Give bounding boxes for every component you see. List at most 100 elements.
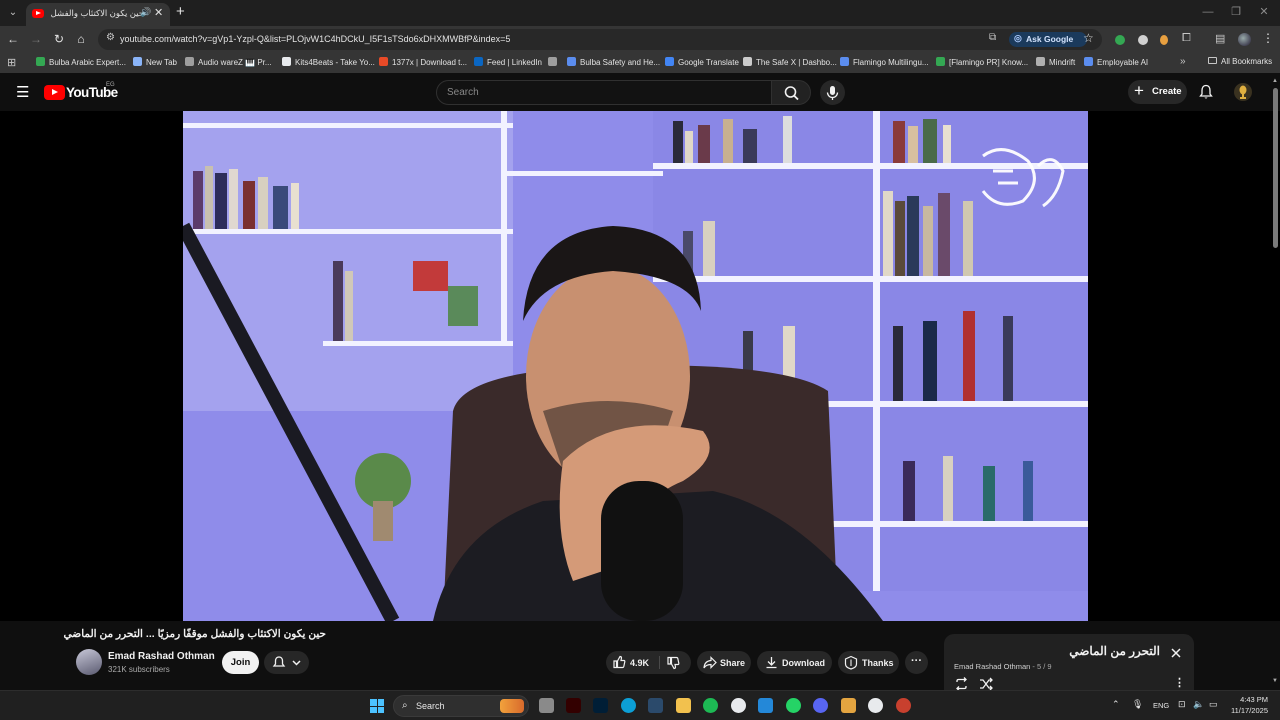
tray-overflow-chevron-icon[interactable]: ⌃ <box>1112 699 1120 710</box>
cast-install-icon[interactable]: ⧉ <box>989 32 996 43</box>
task-view-app-icon[interactable] <box>539 698 554 713</box>
apps-grid-icon[interactable]: ⊞ <box>7 56 16 69</box>
tab-search-chevron-icon[interactable]: ⌄ <box>4 5 22 21</box>
scroll-down-arrow-icon[interactable]: ▼ <box>1272 678 1278 684</box>
scrollbar-thumb[interactable] <box>1273 88 1278 248</box>
whatsapp-app-icon[interactable] <box>786 698 801 713</box>
bookmark-favicon-icon <box>133 57 142 66</box>
shuffle-playlist-icon[interactable] <box>979 677 994 691</box>
chrome-menu-icon[interactable]: ⋮ <box>1262 31 1274 45</box>
bookmark-item[interactable]: [Flamingo PR] Know... <box>936 57 1028 70</box>
playlist-menu-icon[interactable]: ⋮ <box>1174 676 1185 689</box>
search-input[interactable]: Search <box>436 80 772 105</box>
bookmark-item[interactable]: Flamingo Multilingu... <box>840 57 929 70</box>
illustrator-app-icon[interactable] <box>566 698 581 713</box>
loop-playlist-icon[interactable] <box>954 677 969 691</box>
new-tab-button[interactable]: + <box>176 3 185 21</box>
youtube-logo-icon[interactable] <box>44 85 65 100</box>
bookmarks-overflow-icon[interactable]: » <box>1180 56 1186 67</box>
reading-list-icon[interactable]: ▤ <box>1215 32 1225 45</box>
clock-time[interactable]: 4:43 PM <box>1232 695 1268 704</box>
windows-start-icon[interactable] <box>370 699 384 713</box>
spotify-app-icon[interactable] <box>703 698 718 713</box>
share-button[interactable]: Share <box>697 651 751 674</box>
bookmark-item[interactable]: Bulba Arabic Expert... <box>36 57 126 70</box>
voice-search-button[interactable] <box>820 80 845 105</box>
window-minimize-button[interactable]: — <box>1196 4 1220 20</box>
brave-app-icon[interactable] <box>841 698 856 713</box>
url-text[interactable]: youtube.com/watch?v=gVp1-Yzpl-Q&list=PLO… <box>120 34 510 44</box>
extension-icon[interactable] <box>1160 35 1168 45</box>
download-button[interactable]: Download <box>757 651 832 674</box>
clock-date[interactable]: 11/17/2025 <box>1222 706 1268 715</box>
pdf-app-icon[interactable] <box>648 698 663 713</box>
reload-button[interactable]: ↻ <box>50 31 68 48</box>
grammarly-extension-icon[interactable] <box>1115 35 1125 45</box>
bookmark-item[interactable]: New Tab <box>133 57 177 70</box>
battery-icon[interactable]: ▭ <box>1209 699 1218 710</box>
close-playlist-icon[interactable] <box>1170 647 1182 659</box>
profile-avatar[interactable] <box>1238 33 1251 46</box>
bookmark-item[interactable]: Employable AI <box>1084 57 1148 70</box>
home-button[interactable]: ⌂ <box>72 31 90 48</box>
playlist-title[interactable]: التحرر من الماضي <box>984 644 1160 658</box>
browser-toolbar: ← → ↻ ⌂ ⚙ youtube.com/watch?v=gVp1-Yzpl-… <box>0 26 1280 53</box>
edge-app-icon[interactable] <box>621 698 636 713</box>
tab-audio-speaker-icon[interactable]: 🔊 <box>140 7 151 18</box>
chrome-active-app-icon[interactable] <box>868 698 883 713</box>
bookmark-item[interactable]: 1377x | Download t... <box>379 57 467 70</box>
file-explorer-app-icon[interactable] <box>676 698 691 713</box>
bookmark-item[interactable]: Feed | LinkedIn <box>474 57 542 70</box>
language-indicator[interactable]: ENG <box>1153 701 1169 710</box>
bookmark-item[interactable] <box>548 57 561 70</box>
page-scrollbar[interactable]: ▲ ▼ <box>1271 76 1280 688</box>
openai-extension-icon[interactable] <box>1138 35 1148 45</box>
bookmark-favicon-icon <box>936 57 945 66</box>
extensions-puzzle-icon[interactable]: ⧠ <box>1182 32 1191 45</box>
thumbs-down-icon[interactable] <box>666 656 680 670</box>
chrome-app-icon[interactable] <box>731 698 746 713</box>
playlist-channel[interactable]: Emad Rashad Othman <box>954 662 1030 671</box>
join-button[interactable]: Join <box>222 651 259 674</box>
bookmark-item[interactable]: Kits4Beats - Take Yo... <box>282 57 375 70</box>
address-bar[interactable]: ⚙ youtube.com/watch?v=gVp1-Yzpl-Q&list=P… <box>98 29 1102 50</box>
like-count[interactable]: 4.9K <box>630 658 649 668</box>
more-actions-button[interactable]: ··· <box>905 651 928 674</box>
channel-avatar[interactable] <box>76 649 102 675</box>
taskbar-search-box[interactable]: ⌕ Search <box>393 695 529 717</box>
notifications-bell-icon[interactable] <box>1199 84 1213 100</box>
subscription-notifications-button[interactable] <box>264 651 309 674</box>
bookmark-star-icon[interactable]: ☆ <box>1083 31 1094 45</box>
window-maximize-button[interactable]: ❐ <box>1224 4 1248 20</box>
chrome-canary-app-icon[interactable] <box>896 698 911 713</box>
volume-icon[interactable]: 🔈 <box>1193 699 1204 710</box>
tray-microphone-icon[interactable]: 🎙 <box>1132 699 1143 710</box>
channel-name[interactable]: Emad Rashad Othman <box>108 651 215 662</box>
bookmark-item[interactable]: Mindrift <box>1036 57 1075 70</box>
video-player[interactable] <box>0 111 1280 621</box>
bookmark-item[interactable]: Google Translate <box>665 57 739 70</box>
discord-app-icon[interactable] <box>813 698 828 713</box>
photoshop-app-icon[interactable] <box>593 698 608 713</box>
scroll-up-arrow-icon[interactable]: ▲ <box>1272 78 1278 84</box>
back-button[interactable]: ← <box>4 31 22 48</box>
thumbs-up-icon[interactable] <box>612 655 626 669</box>
hamburger-menu-icon[interactable]: ☰ <box>16 83 29 101</box>
window-close-button[interactable]: ✕ <box>1252 4 1276 20</box>
all-bookmarks-folder[interactable]: All Bookmarks <box>1208 57 1272 66</box>
tab-close-icon[interactable]: ✕ <box>154 6 163 19</box>
bookmark-item[interactable]: The Safe X | Dashbo... <box>743 57 837 70</box>
create-button[interactable]: + Create <box>1128 80 1187 104</box>
vscode-app-icon[interactable] <box>758 698 773 713</box>
network-icon[interactable]: ⊡ <box>1178 699 1186 710</box>
forward-button[interactable]: → <box>27 31 45 48</box>
active-tab[interactable]: حين يكون الاكتئاب والفشل مو... 🔊 ✕ <box>26 3 170 26</box>
site-info-icon[interactable]: ⚙ <box>106 32 115 43</box>
search-button[interactable] <box>771 80 811 105</box>
ask-google-button[interactable]: ◎ Ask Google <box>1009 32 1087 47</box>
bookmark-item[interactable]: Bulba Safety and He... <box>567 57 660 70</box>
thanks-button[interactable]: Thanks <box>838 651 899 674</box>
video-frame[interactable] <box>183 111 1088 621</box>
account-avatar[interactable] <box>1234 83 1252 101</box>
bookmark-item[interactable]: Audio wareZ 🎹 Pr... <box>185 57 272 70</box>
